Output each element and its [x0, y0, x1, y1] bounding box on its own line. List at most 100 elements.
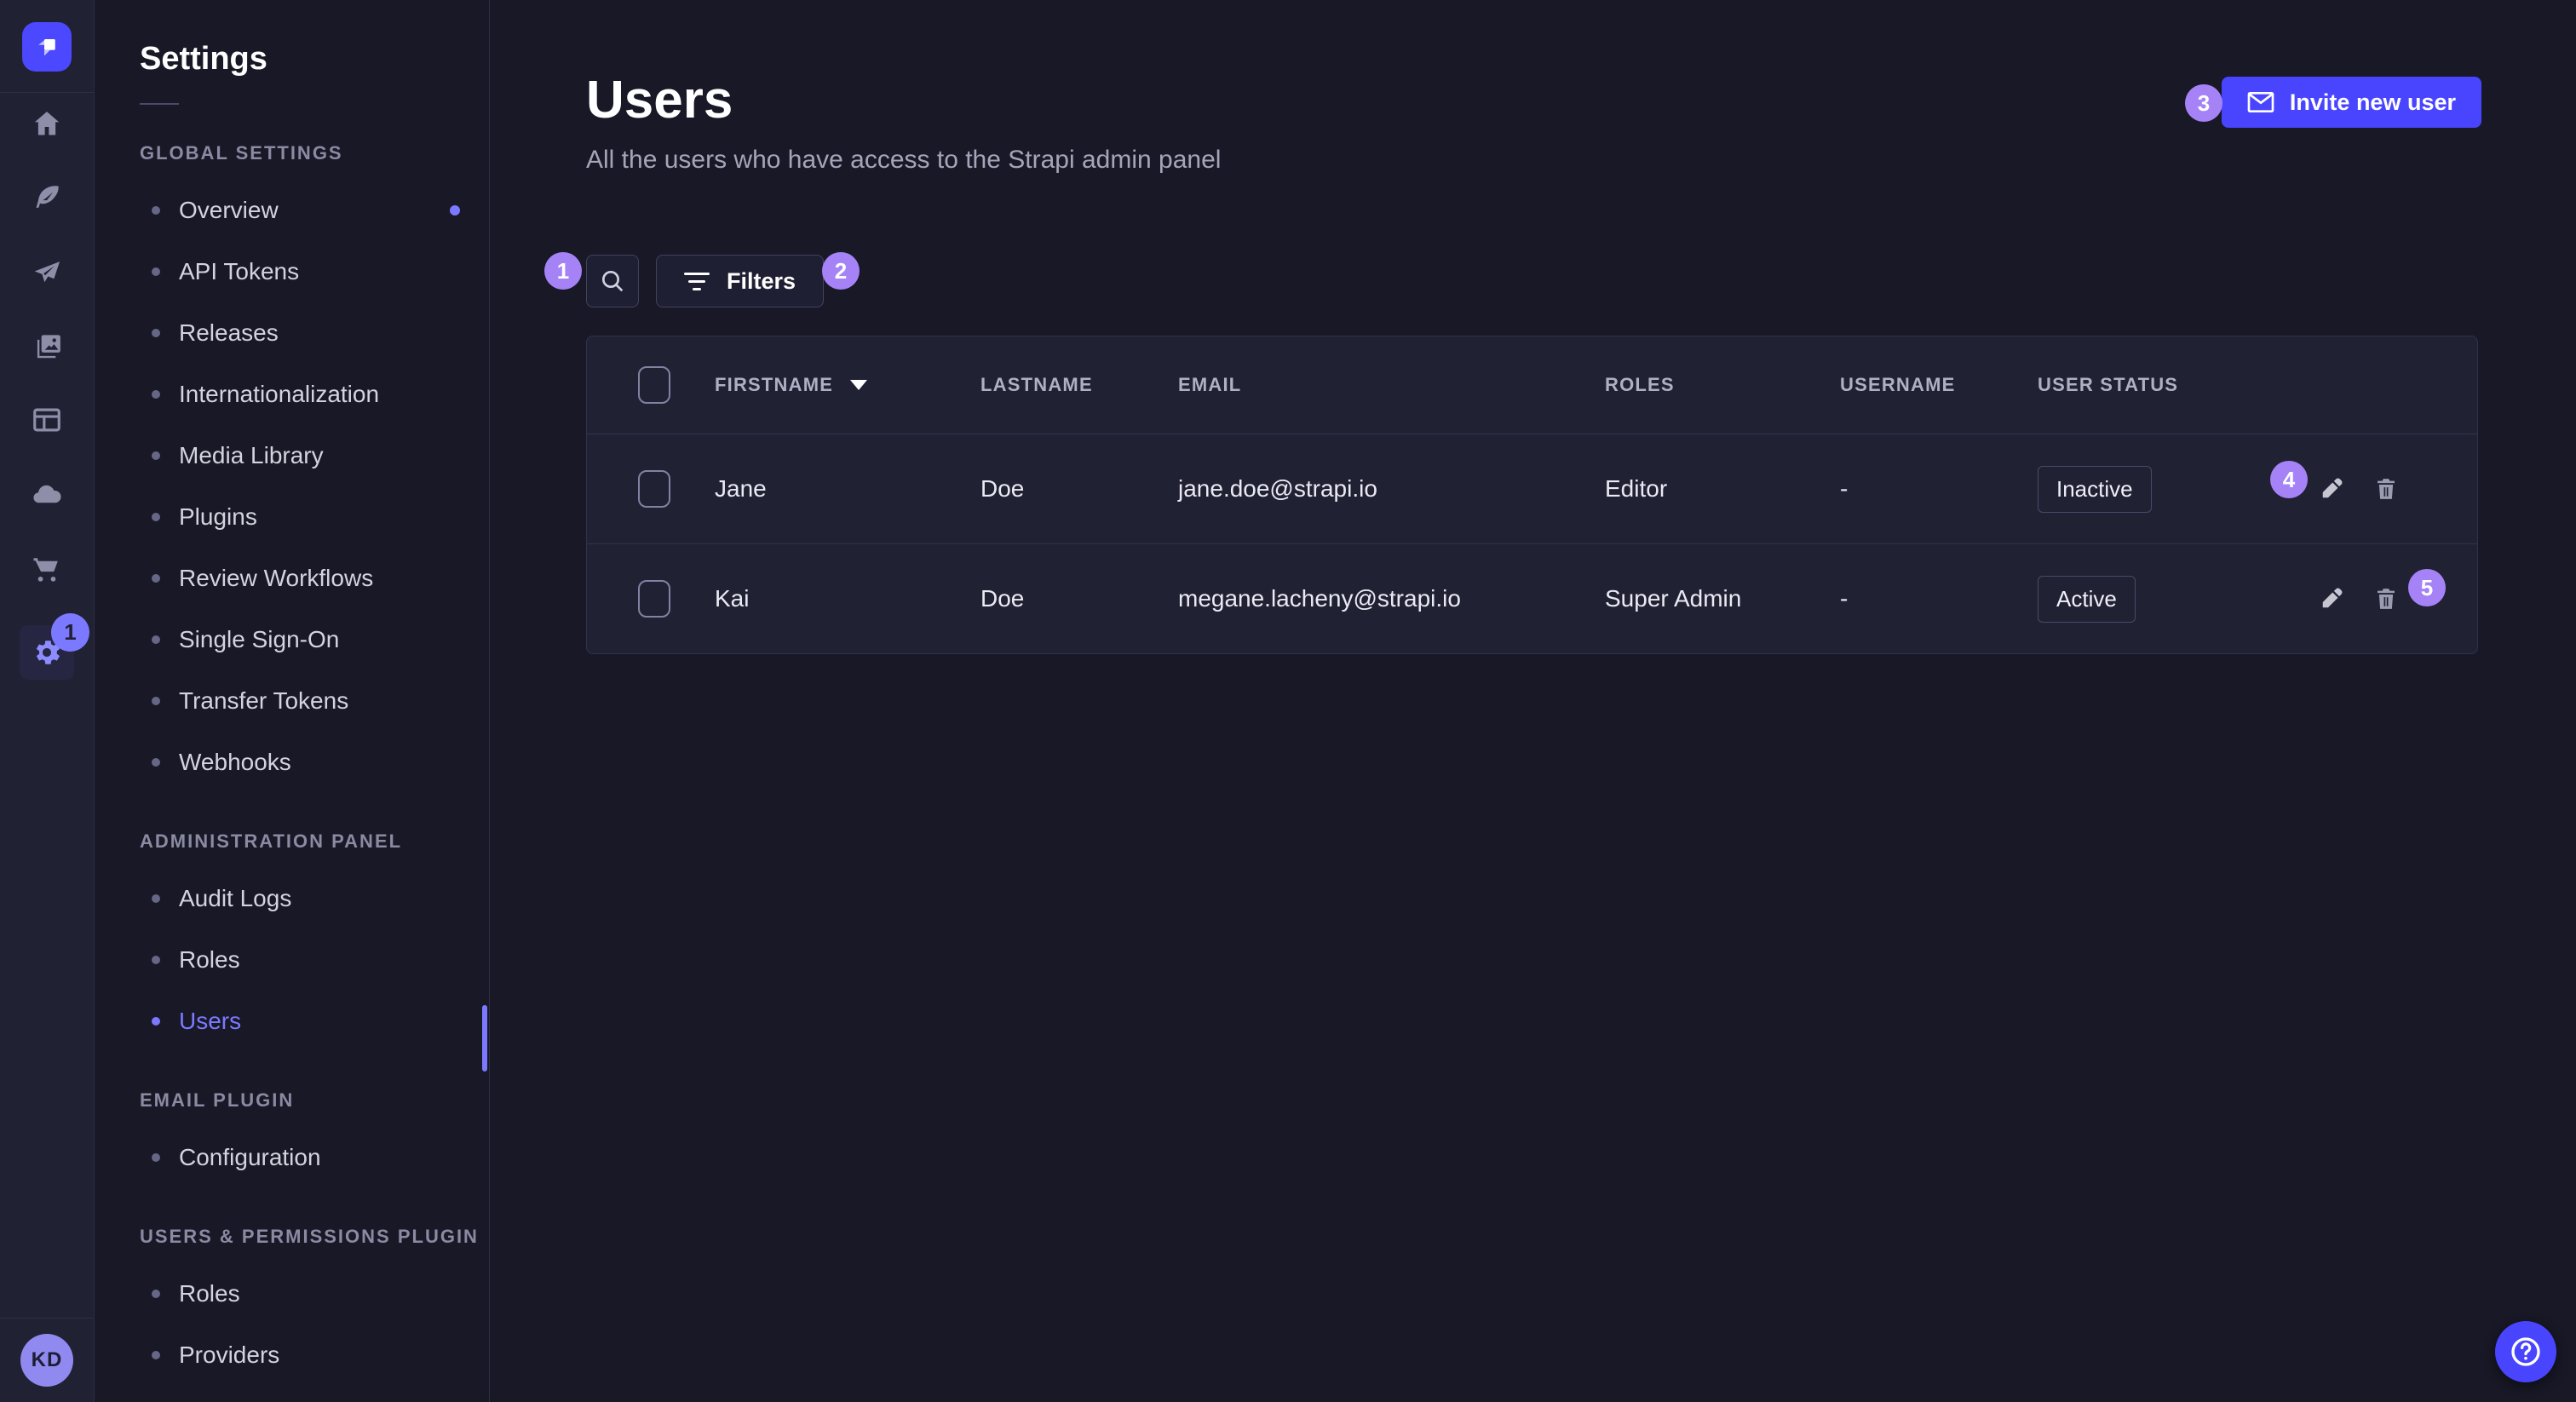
mail-icon	[2247, 91, 2274, 113]
user-avatar[interactable]: KD	[20, 1334, 73, 1387]
section-users-permissions-plugin: USERS & PERMISSIONS PLUGIN Roles Provide…	[95, 1226, 489, 1386]
bullet-icon	[152, 390, 160, 399]
delete-user-button[interactable]	[2373, 586, 2399, 612]
pencil-icon	[2319, 476, 2344, 502]
main-nav-rail: 1 KD	[0, 0, 95, 1402]
row-checkbox[interactable]	[638, 470, 670, 508]
settings-notification-badge: 1	[51, 613, 89, 652]
invite-new-user-button[interactable]: Invite new user	[2222, 77, 2481, 128]
cell-username: -	[1840, 475, 2038, 503]
row-checkbox[interactable]	[638, 580, 670, 618]
annotation-badge-4: 4	[2270, 461, 2308, 498]
bullet-icon	[152, 451, 160, 460]
table-header-row: FIRSTNAME LASTNAME EMAIL ROLES USERNAME …	[587, 336, 2477, 434]
column-header-username: USERNAME	[1840, 374, 2038, 396]
sidebar-item-webhooks[interactable]: Webhooks	[95, 732, 489, 793]
sidebar-item-internationalization[interactable]: Internationalization	[95, 364, 489, 425]
home-icon[interactable]	[20, 106, 74, 141]
section-label: ADMINISTRATION PANEL	[95, 830, 489, 853]
annotation-badge-5: 5	[2408, 569, 2446, 606]
question-mark-icon	[2509, 1335, 2543, 1369]
bullet-icon	[152, 956, 160, 964]
rail-nav: 1	[0, 93, 94, 680]
subnav-scrollbar-thumb[interactable]	[482, 1005, 487, 1072]
trash-icon	[2373, 586, 2399, 612]
settings-subnav: Settings GLOBAL SETTINGS Overview API To…	[95, 0, 490, 1402]
sidebar-item-admin-roles[interactable]: Roles	[95, 929, 489, 991]
sidebar-item-audit-logs[interactable]: Audit Logs	[95, 868, 489, 929]
cell-firstname: Jane	[715, 475, 980, 503]
section-administration-panel: ADMINISTRATION PANEL Audit Logs Roles Us…	[95, 830, 489, 1052]
sidebar-item-up-roles[interactable]: Roles	[95, 1263, 489, 1324]
rail-footer: KD	[0, 1318, 94, 1402]
cell-email: megane.lacheny@strapi.io	[1178, 585, 1605, 612]
subnav-title: Settings	[95, 0, 489, 78]
sidebar-item-transfer-tokens[interactable]: Transfer Tokens	[95, 670, 489, 732]
sidebar-item-api-tokens[interactable]: API Tokens	[95, 241, 489, 302]
pencil-icon	[2319, 586, 2344, 612]
column-header-email: EMAIL	[1178, 374, 1605, 396]
bullet-icon	[152, 574, 160, 583]
section-label: EMAIL PLUGIN	[95, 1089, 489, 1112]
annotation-badge-2: 2	[822, 252, 860, 290]
page-subtitle: All the users who have access to the Str…	[586, 146, 2576, 175]
bullet-icon	[152, 329, 160, 337]
section-label: USERS & PERMISSIONS PLUGIN	[95, 1226, 489, 1248]
bullet-icon	[152, 635, 160, 644]
column-header-lastname: LASTNAME	[980, 374, 1178, 396]
subnav-title-divider	[140, 103, 179, 105]
toolbar: Filters	[586, 255, 2576, 307]
bullet-icon	[152, 1351, 160, 1359]
cell-email: jane.doe@strapi.io	[1178, 475, 1605, 503]
section-global-settings: GLOBAL SETTINGS Overview API Tokens Rele…	[95, 142, 489, 793]
bullet-icon	[152, 1017, 160, 1026]
annotation-badge-1: 1	[544, 252, 582, 290]
sidebar-item-configuration[interactable]: Configuration	[95, 1127, 489, 1188]
sidebar-item-overview[interactable]: Overview	[95, 180, 489, 241]
content-manager-icon[interactable]	[20, 403, 74, 437]
sort-caret-down-icon[interactable]	[850, 380, 867, 390]
bullet-icon	[152, 206, 160, 215]
search-button[interactable]	[586, 255, 639, 307]
select-all-checkbox[interactable]	[638, 366, 670, 404]
cell-roles: Editor	[1605, 475, 1840, 503]
bullet-icon	[152, 697, 160, 705]
main-content: Users All the users who have access to t…	[491, 0, 2576, 1402]
cloud-icon[interactable]	[20, 477, 74, 511]
bullet-icon	[152, 1153, 160, 1162]
column-header-firstname[interactable]: FIRSTNAME	[715, 374, 980, 396]
sidebar-item-plugins[interactable]: Plugins	[95, 486, 489, 548]
edit-user-button[interactable]	[2319, 476, 2344, 502]
paper-plane-icon[interactable]	[20, 255, 74, 289]
cell-firstname: Kai	[715, 585, 980, 612]
feather-icon[interactable]	[20, 181, 74, 215]
sidebar-item-media-library[interactable]: Media Library	[95, 425, 489, 486]
sidebar-item-releases[interactable]: Releases	[95, 302, 489, 364]
delete-user-button[interactable]	[2373, 476, 2399, 502]
section-email-plugin: EMAIL PLUGIN Configuration	[95, 1089, 489, 1188]
marketplace-cart-icon[interactable]	[20, 551, 74, 585]
search-icon	[599, 267, 626, 295]
edit-user-button[interactable]	[2319, 586, 2344, 612]
cell-lastname: Doe	[980, 475, 1178, 503]
strapi-logo[interactable]	[22, 22, 72, 72]
annotation-badge-3: 3	[2185, 84, 2222, 122]
media-library-icon[interactable]	[20, 329, 74, 363]
bullet-icon	[152, 1290, 160, 1298]
table-row[interactable]: Kai Doe megane.lacheny@strapi.io Super A…	[587, 543, 2477, 653]
help-button[interactable]	[2495, 1321, 2556, 1382]
filters-button[interactable]: Filters	[656, 255, 824, 307]
column-header-user-status: USER STATUS	[2038, 374, 2319, 396]
section-label: GLOBAL SETTINGS	[95, 142, 489, 164]
bullet-icon	[152, 513, 160, 521]
table-row[interactable]: Jane Doe jane.doe@strapi.io Editor - Ina…	[587, 434, 2477, 543]
overview-notification-dot	[450, 205, 460, 215]
sidebar-item-review-workflows[interactable]: Review Workflows	[95, 548, 489, 609]
sidebar-item-providers[interactable]: Providers	[95, 1324, 489, 1386]
users-table: FIRSTNAME LASTNAME EMAIL ROLES USERNAME …	[586, 336, 2478, 654]
settings-gear-icon[interactable]: 1	[20, 625, 74, 680]
sidebar-item-single-sign-on[interactable]: Single Sign-On	[95, 609, 489, 670]
sidebar-item-users[interactable]: Users	[95, 991, 489, 1052]
strapi-logo-icon	[32, 32, 62, 62]
status-badge: Inactive	[2038, 466, 2152, 513]
